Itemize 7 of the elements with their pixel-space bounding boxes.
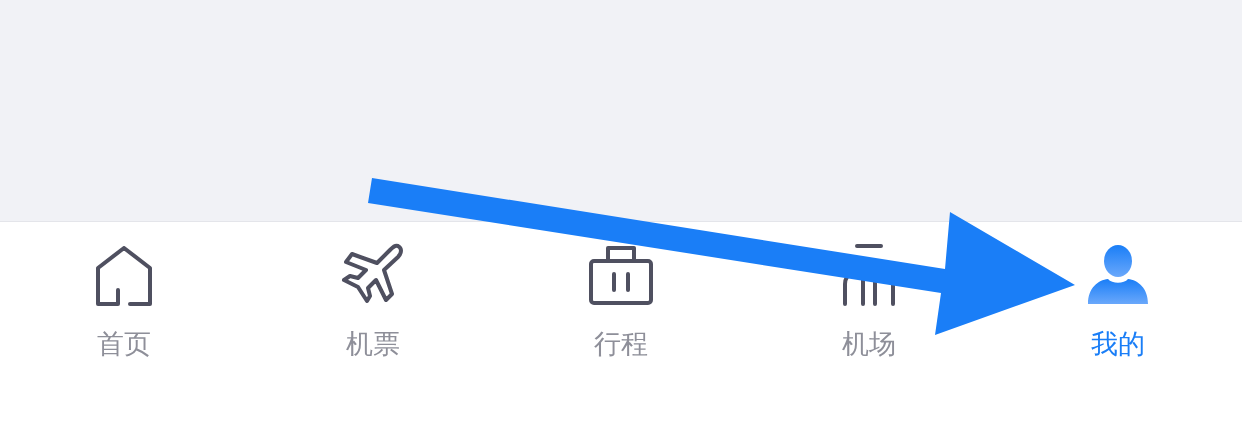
person-icon [1085, 244, 1150, 306]
tab[interactable]: 行程 [588, 242, 654, 362]
tab[interactable]: 首页 [94, 242, 155, 362]
home-icon [94, 246, 155, 306]
suitcase-icon [588, 244, 654, 306]
tab[interactable]: 我的 [1085, 242, 1150, 362]
tab[interactable]: 机票 [339, 242, 406, 362]
